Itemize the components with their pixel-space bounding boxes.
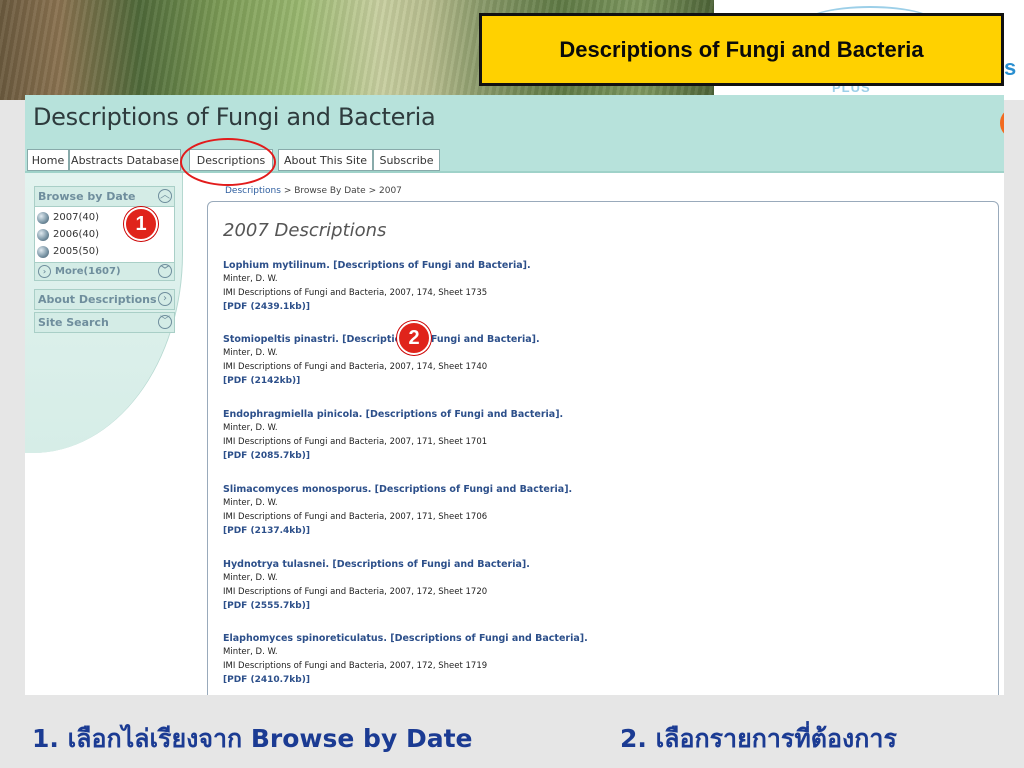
browse-by-date-header[interactable]: Browse by Date ︿ — [35, 187, 174, 206]
list-item: Elaphomyces spinoreticulatus. [Descripti… — [223, 633, 743, 689]
about-descriptions-panel[interactable]: About Descriptions › — [34, 289, 175, 310]
highlight-ellipse — [180, 138, 276, 186]
chevron-up-icon[interactable]: ︿ — [158, 189, 172, 203]
entry-source: IMI Descriptions of Fungi and Bacteria, … — [223, 661, 488, 671]
site-search-label: Site Search — [38, 316, 109, 329]
entry-author: Minter, D. W. — [223, 647, 278, 657]
more-years-link[interactable]: › More(1607) ﹀ — [35, 262, 174, 280]
breadcrumb-current: 2007 — [379, 186, 402, 196]
caption-step-2: 2. เลือกรายการที่ต้องการ — [620, 724, 897, 753]
step-marker-2: 2 — [397, 321, 431, 355]
entry-pdf-link[interactable]: [PDF (2137.4kb)] — [223, 526, 743, 540]
entry-title-link[interactable]: Lophium mytilinum. [Descriptions of Fung… — [223, 260, 743, 274]
entry-author: Minter, D. W. — [223, 498, 278, 508]
list-item: Stomiopeltis pinastri. [Descriptions of … — [223, 334, 743, 390]
chevron-right-icon[interactable]: › — [158, 292, 172, 306]
sidebar: Browse by Date ︿ 2007(40) 2006(40) 2005(… — [25, 173, 183, 453]
entry-source: IMI Descriptions of Fungi and Bacteria, … — [223, 362, 488, 372]
nav-about-this-site[interactable]: About This Site — [278, 149, 373, 171]
bullet-icon — [37, 211, 49, 224]
entry-source: IMI Descriptions of Fungi and Bacteria, … — [223, 512, 488, 522]
breadcrumb-separator: > — [280, 186, 295, 196]
site-title: Descriptions of Fungi and Bacteria — [33, 103, 436, 131]
entry-title-link[interactable]: Stomiopeltis pinastri. [Descriptions of … — [223, 334, 743, 348]
entry-title-link[interactable]: Hydnotrya tulasnei. [Descriptions of Fun… — [223, 559, 743, 573]
about-descriptions-header[interactable]: About Descriptions › — [35, 290, 174, 309]
entry-title-link[interactable]: Elaphomyces spinoreticulatus. [Descripti… — [223, 633, 743, 647]
entry-title-link[interactable]: Endophragmiella pinicola. [Descriptions … — [223, 409, 743, 423]
chevron-down-icon[interactable]: ﹀ — [158, 264, 172, 278]
chevron-right-icon: › — [38, 265, 51, 278]
list-item: Lophium mytilinum. [Descriptions of Fung… — [223, 260, 743, 316]
breadcrumb-browse-by-date: Browse By Date — [294, 186, 366, 196]
entry-pdf-link[interactable]: [PDF (2439.1kb)] — [223, 302, 743, 316]
entry-source: IMI Descriptions of Fungi and Bacteria, … — [223, 288, 488, 298]
browse-by-date-label: Browse by Date — [38, 190, 136, 203]
list-item: Hydnotrya tulasnei. [Descriptions of Fun… — [223, 559, 743, 615]
nav-abstracts-database[interactable]: Abstracts Database — [69, 149, 181, 171]
entry-pdf-link[interactable]: [PDF (2085.7kb)] — [223, 451, 743, 465]
list-item: Endophragmiella pinicola. [Descriptions … — [223, 409, 743, 465]
nav-subscribe[interactable]: Subscribe — [373, 149, 440, 171]
entry-author: Minter, D. W. — [223, 573, 278, 583]
logo-letter: s — [1004, 55, 1017, 80]
entry-pdf-link[interactable]: [PDF (2555.7kb)] — [223, 601, 743, 615]
entry-source: IMI Descriptions of Fungi and Bacteria, … — [223, 437, 488, 447]
year-label: 2005(50) — [53, 246, 99, 257]
breadcrumb-separator: > — [365, 186, 379, 196]
slide-title: Descriptions of Fungi and Bacteria — [479, 13, 1004, 86]
year-label: 2006(40) — [53, 229, 99, 240]
entry-author: Minter, D. W. — [223, 274, 278, 284]
site-nav: Home Abstracts Database Descriptions Abo… — [25, 147, 1004, 173]
breadcrumb: Descriptions > Browse By Date > 2007 — [225, 186, 402, 196]
step-marker-1: 1 — [124, 207, 158, 241]
orange-logo-icon — [1000, 109, 1004, 137]
entry-pdf-link[interactable]: [PDF (2410.7kb)] — [223, 675, 743, 689]
caption-step-1: 1. เลือกไล่เรียงจาก Browse by Date — [32, 724, 473, 753]
entry-title-link[interactable]: Slimacomyces monosporus. [Descriptions o… — [223, 484, 743, 498]
entry-source: IMI Descriptions of Fungi and Bacteria, … — [223, 587, 488, 597]
chevron-down-icon[interactable]: ﹀ — [158, 315, 172, 329]
year-item-2005[interactable]: 2005(50) — [37, 243, 174, 260]
site-search-header[interactable]: Site Search ﹀ — [35, 313, 174, 332]
content-title: 2007 Descriptions — [223, 220, 387, 241]
more-label: More(1607) — [55, 266, 121, 277]
site-header: Descriptions of Fungi and Bacteria — [25, 95, 1004, 147]
entry-author: Minter, D. W. — [223, 348, 278, 358]
list-item: Slimacomyces monosporus. [Descriptions o… — [223, 484, 743, 540]
nav-home[interactable]: Home — [27, 149, 69, 171]
entry-author: Minter, D. W. — [223, 423, 278, 433]
bullet-icon — [37, 228, 49, 241]
site-search-panel[interactable]: Site Search ﹀ — [34, 312, 175, 333]
bullet-icon — [37, 245, 49, 258]
breadcrumb-descriptions-link[interactable]: Descriptions — [225, 186, 281, 196]
entry-pdf-link[interactable]: [PDF (2142kb)] — [223, 376, 743, 390]
year-label: 2007(40) — [53, 212, 99, 223]
website-frame: Descriptions of Fungi and Bacteria Home … — [25, 95, 1004, 695]
about-descriptions-label: About Descriptions — [38, 293, 157, 306]
